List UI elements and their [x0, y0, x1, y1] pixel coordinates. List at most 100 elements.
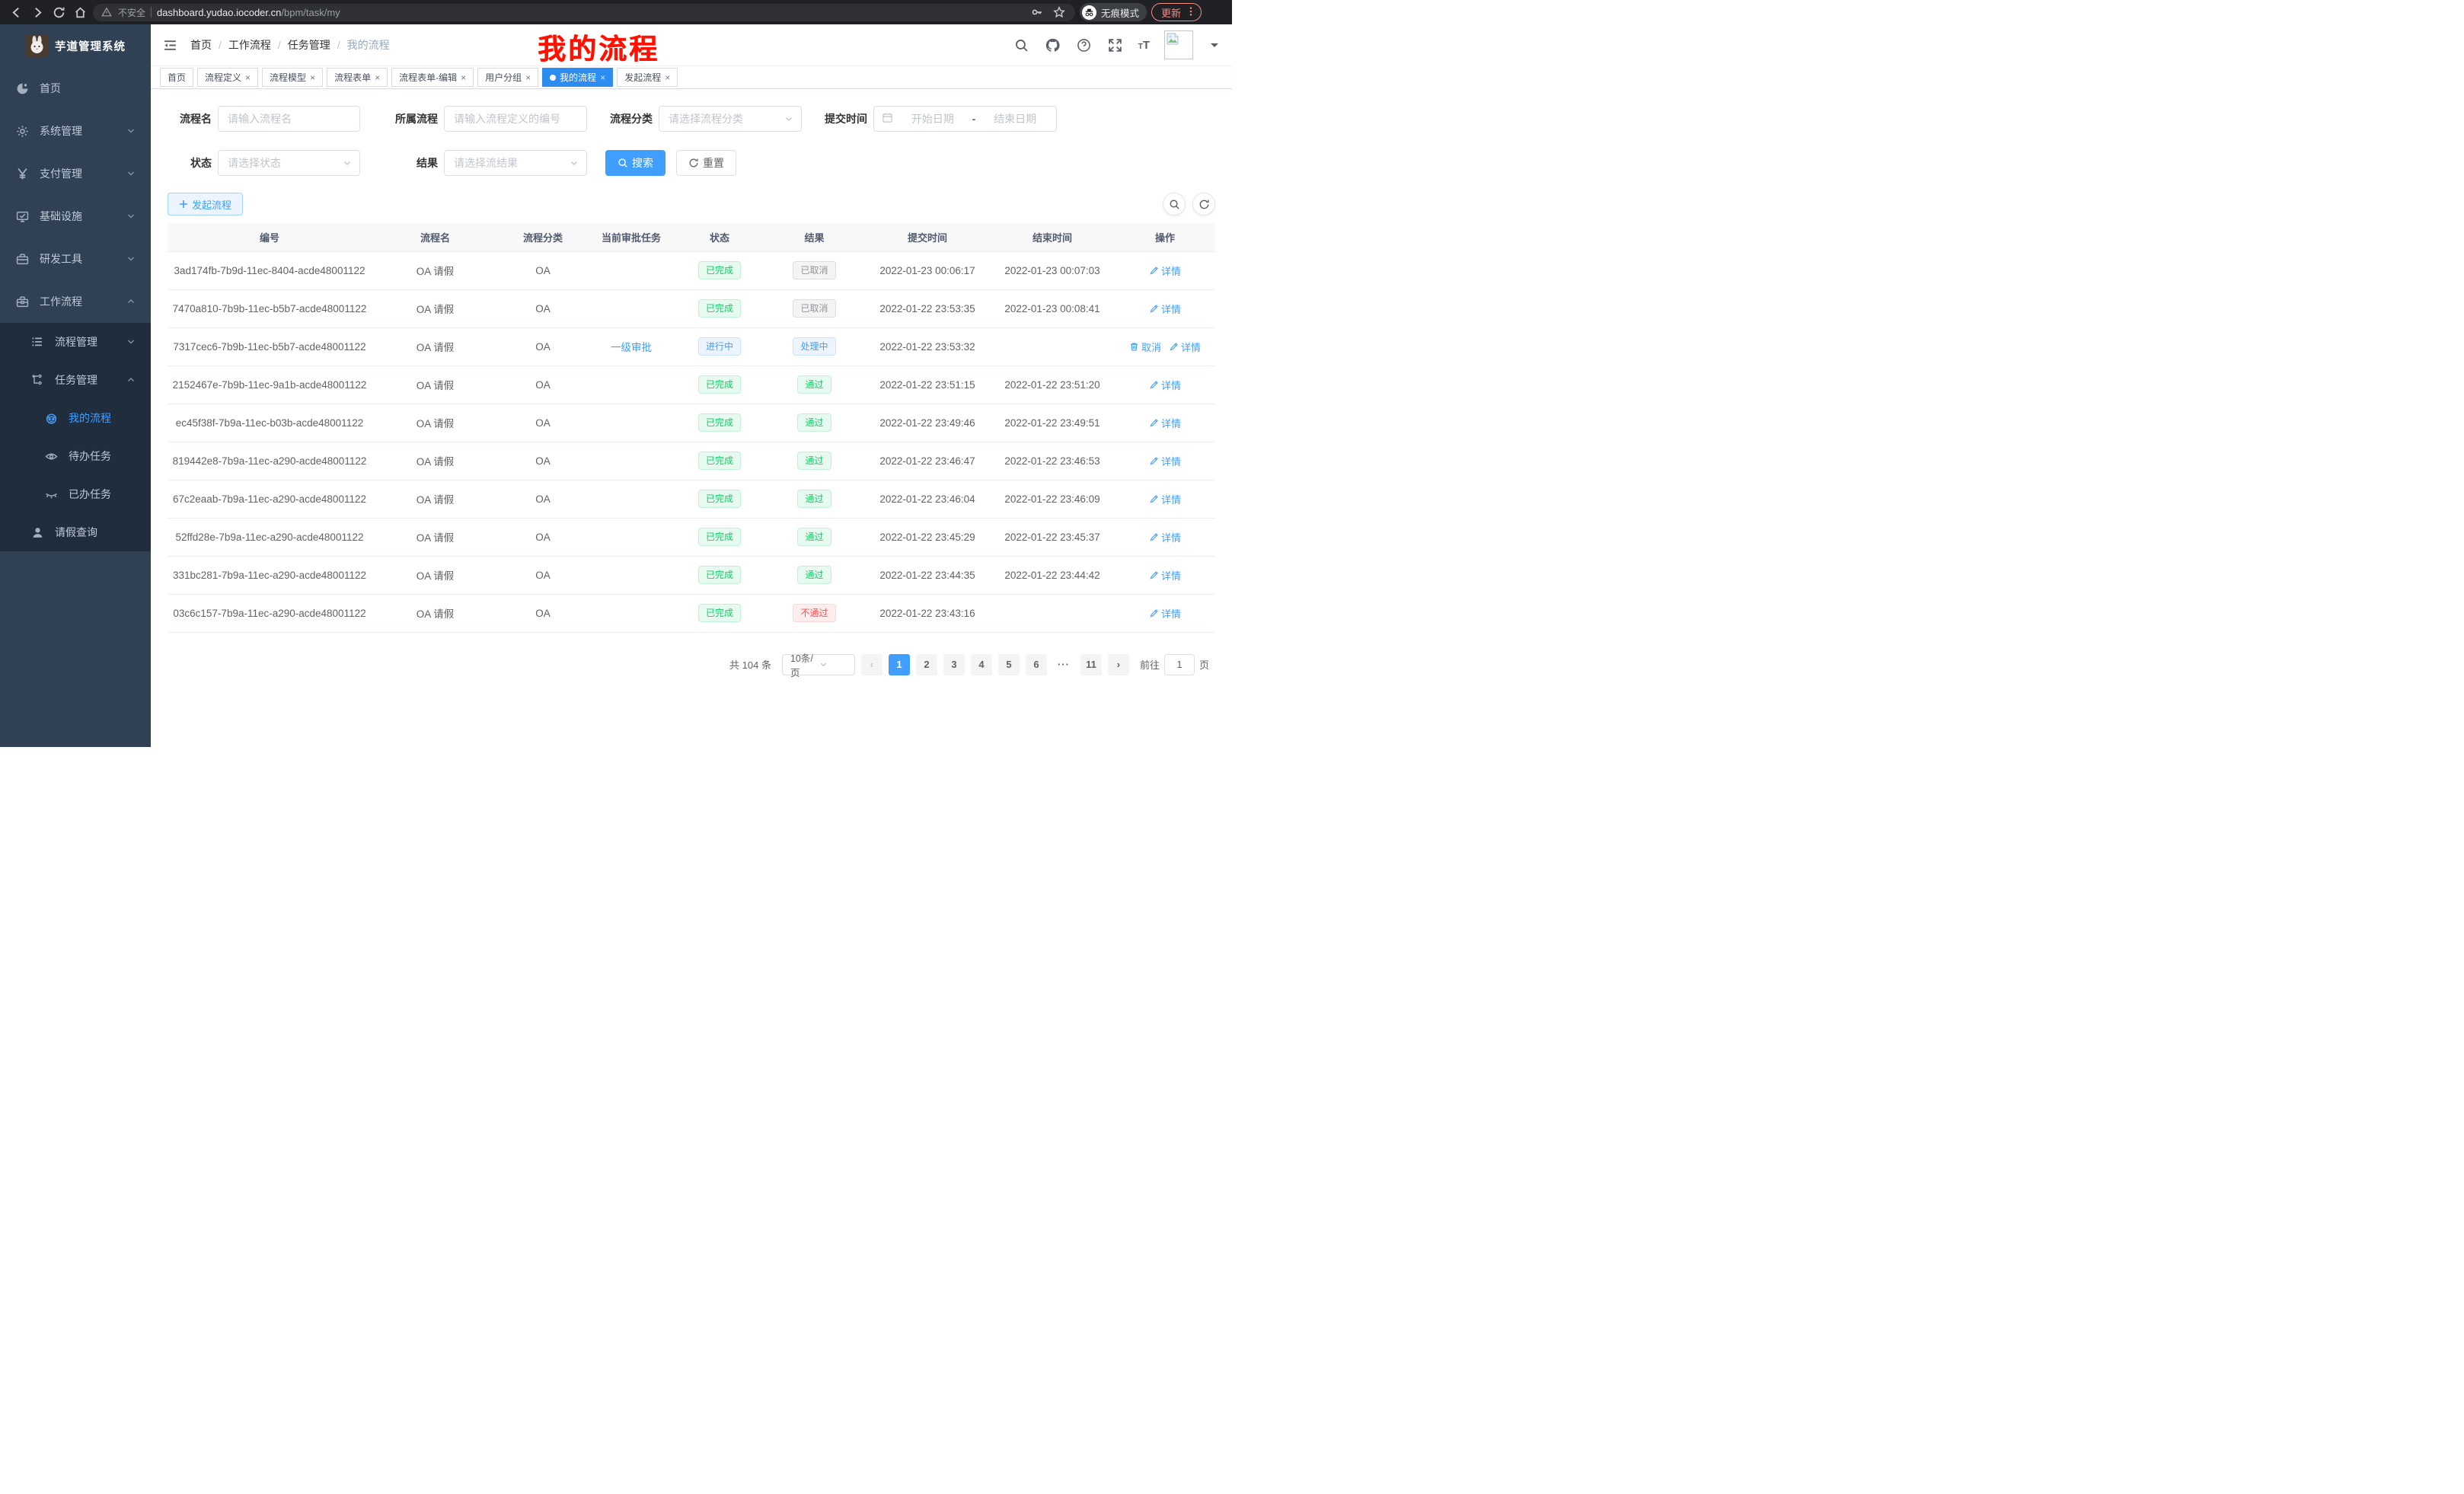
tab-发起流程[interactable]: 发起流程×	[617, 68, 678, 87]
page-button-4[interactable]: 4	[971, 654, 992, 675]
detail-action-link[interactable]: 详情	[1149, 492, 1181, 506]
page-button-11[interactable]: 11	[1080, 654, 1102, 675]
edit-icon	[1149, 494, 1159, 504]
detail-action-link[interactable]: 详情	[1149, 530, 1181, 544]
security-label[interactable]: 不安全	[118, 6, 145, 19]
reload-icon[interactable]	[50, 4, 67, 21]
tab-流程表单-编辑[interactable]: 流程表单-编辑×	[391, 68, 474, 87]
tab-首页[interactable]: 首页	[160, 68, 193, 87]
sidebar-item-待办任务[interactable]: 待办任务	[0, 437, 151, 475]
app-logo[interactable]: 芋道管理系统	[0, 24, 151, 67]
sidebar-item-支付管理[interactable]: 支付管理	[0, 152, 151, 195]
end-date-placeholder[interactable]: 结束日期	[981, 111, 1048, 126]
prev-page-button[interactable]: ‹	[861, 654, 883, 675]
cancel-action-link[interactable]: 取消	[1129, 340, 1161, 354]
tab-用户分组[interactable]: 用户分组×	[477, 68, 538, 87]
status-badge: 已完成	[698, 490, 741, 508]
breadcrumb-item-首页[interactable]: 首页	[190, 37, 212, 53]
detail-action-link[interactable]: 详情	[1149, 416, 1181, 430]
next-page-button[interactable]: ›	[1108, 654, 1129, 675]
security-warning-icon[interactable]	[101, 4, 113, 21]
detail-action-link[interactable]: 详情	[1149, 454, 1181, 468]
more-pages-icon[interactable]: ···	[1053, 659, 1074, 670]
tab-流程表单[interactable]: 流程表单×	[327, 68, 388, 87]
sidebar-item-系统管理[interactable]: 系统管理	[0, 110, 151, 152]
sidebar-item-研发工具[interactable]: 研发工具	[0, 238, 151, 280]
sidebar-item-已办任务[interactable]: 已办任务	[0, 475, 151, 513]
page-size-select[interactable]: 10条/页	[782, 654, 855, 675]
start-process-button[interactable]: 发起流程	[168, 193, 243, 215]
close-tab-icon[interactable]: ×	[525, 72, 531, 83]
key-icon[interactable]	[1029, 4, 1045, 21]
sidebar-item-任务管理[interactable]: 任务管理	[0, 361, 151, 399]
cell-end-time: 2022-01-23 00:08:41	[990, 289, 1115, 327]
reset-button[interactable]: 重置	[676, 150, 736, 176]
detail-action-link[interactable]: 详情	[1149, 263, 1181, 278]
update-label[interactable]: 更新	[1161, 5, 1181, 20]
annotation-overlay: 我的流程	[538, 26, 659, 67]
detail-action-link[interactable]: 详情	[1149, 568, 1181, 583]
process-category-select[interactable]: 请选择流程分类	[659, 106, 802, 132]
update-button[interactable]: 更新	[1151, 3, 1202, 21]
close-tab-icon[interactable]: ×	[310, 72, 315, 83]
detail-action-link[interactable]: 详情	[1169, 340, 1201, 354]
page-button-3[interactable]: 3	[943, 654, 965, 675]
home-icon[interactable]	[72, 4, 88, 21]
close-tab-icon[interactable]: ×	[600, 72, 605, 83]
result-select[interactable]: 请选择流结果	[444, 150, 587, 176]
user-menu-caret-icon[interactable]	[1211, 43, 1218, 51]
close-tab-icon[interactable]: ×	[245, 72, 251, 83]
sidebar-item-首页[interactable]: 首页	[0, 67, 151, 110]
breadcrumb-item-工作流程[interactable]: 工作流程	[228, 37, 271, 53]
sidebar-item-基础设施[interactable]: 基础设施	[0, 195, 151, 238]
page-button-1[interactable]: 1	[889, 654, 910, 675]
help-icon[interactable]	[1076, 37, 1093, 53]
sidebar-item-工作流程[interactable]: 工作流程	[0, 280, 151, 323]
close-tab-icon[interactable]: ×	[461, 72, 466, 83]
back-icon[interactable]	[8, 4, 24, 21]
address-bar[interactable]: 不安全 dashboard.yudao.iocoder.cn/bpm/task/…	[93, 4, 1075, 21]
status-badge: 已完成	[698, 604, 741, 622]
star-icon[interactable]	[1051, 4, 1068, 21]
refresh-button[interactable]	[1192, 193, 1215, 215]
process-name-input[interactable]	[218, 106, 360, 132]
status-select[interactable]: 请选择状态	[218, 150, 360, 176]
forward-icon[interactable]	[29, 4, 46, 21]
result-label: 结果	[378, 155, 438, 171]
url-text[interactable]: dashboard.yudao.iocoder.cn/bpm/task/my	[157, 7, 340, 18]
avatar[interactable]	[1164, 30, 1193, 59]
toggle-search-button[interactable]	[1163, 193, 1186, 215]
detail-action-link[interactable]: 详情	[1149, 378, 1181, 392]
tab-流程模型[interactable]: 流程模型×	[262, 68, 323, 87]
edit-icon	[1169, 342, 1179, 352]
tab-我的流程[interactable]: 我的流程×	[542, 68, 613, 87]
page-button-5[interactable]: 5	[998, 654, 1020, 675]
search-button[interactable]: 搜索	[605, 150, 665, 176]
current-task-link[interactable]: 一级审批	[611, 342, 652, 353]
sidebar-collapse-icon[interactable]	[161, 37, 178, 53]
submit-time-range[interactable]: 开始日期 - 结束日期	[873, 106, 1057, 132]
table-row: 331bc281-7b9a-11ec-a290-acde48001122OA 请…	[168, 556, 1215, 594]
tab-流程定义[interactable]: 流程定义×	[197, 68, 258, 87]
cell-result: 通过	[764, 366, 865, 404]
close-tab-icon[interactable]: ×	[665, 72, 670, 83]
goto-page-input[interactable]	[1164, 654, 1195, 675]
page-button-2[interactable]: 2	[916, 654, 937, 675]
cell-end-time: 2022-01-23 00:07:03	[990, 251, 1115, 289]
detail-action-link[interactable]: 详情	[1149, 606, 1181, 621]
font-size-icon[interactable]: TT	[1138, 39, 1150, 52]
github-icon[interactable]	[1045, 37, 1061, 53]
cell-status: 进行中	[675, 327, 764, 366]
sidebar-item-请假查询[interactable]: 请假查询	[0, 513, 151, 551]
process-definition-input[interactable]	[444, 106, 587, 132]
sidebar-item-我的流程[interactable]: 我的流程	[0, 399, 151, 437]
breadcrumb-item-任务管理[interactable]: 任务管理	[288, 37, 330, 53]
page-button-6[interactable]: 6	[1026, 654, 1047, 675]
search-icon[interactable]	[1013, 37, 1030, 53]
detail-action-link[interactable]: 详情	[1149, 302, 1181, 316]
start-date-placeholder[interactable]: 开始日期	[899, 111, 966, 126]
fullscreen-icon[interactable]	[1107, 37, 1124, 53]
sidebar-item-流程管理[interactable]: 流程管理	[0, 323, 151, 361]
close-tab-icon[interactable]: ×	[375, 72, 380, 83]
browser-menu-icon[interactable]	[1186, 6, 1196, 19]
